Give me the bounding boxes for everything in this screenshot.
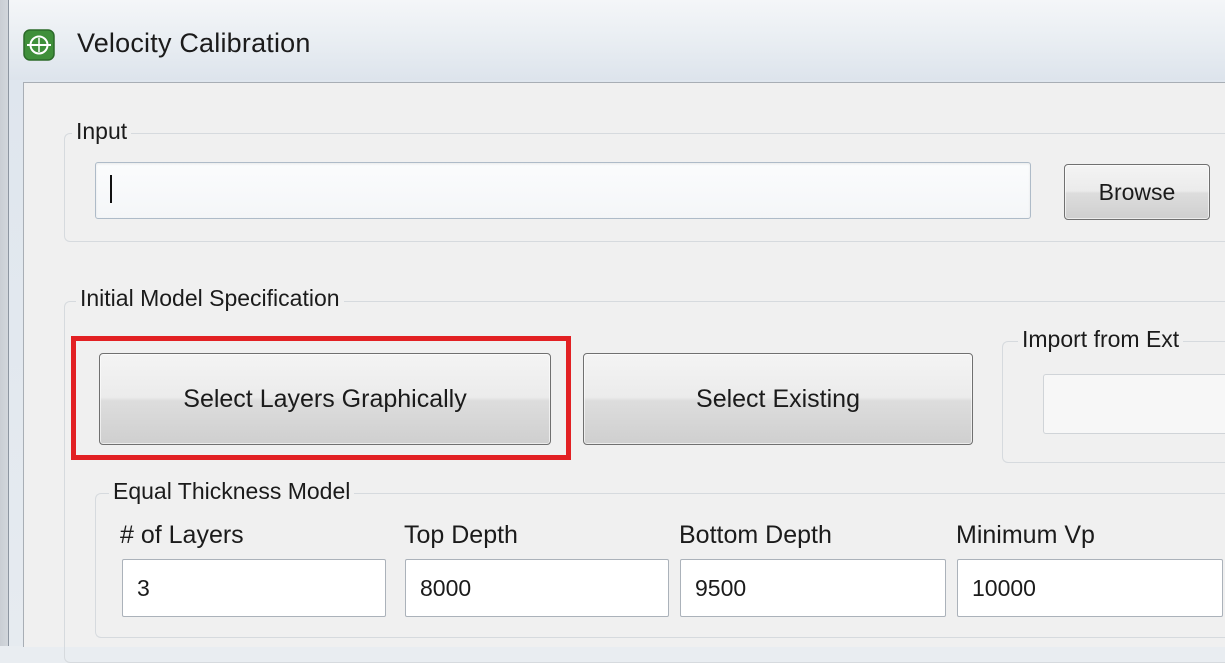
initial-model-specification-label: Initial Model Specification <box>76 285 344 312</box>
select-layers-graphically-button[interactable]: Select Layers Graphically <box>99 353 551 445</box>
input-group-label: Input <box>72 118 132 145</box>
bottom-depth-field[interactable]: 9500 <box>680 559 946 617</box>
minimum-vp-field[interactable]: 10000 <box>957 559 1223 617</box>
equal-thickness-model-label: Equal Thickness Model <box>109 478 355 505</box>
window-title: Velocity Calibration <box>77 28 311 58</box>
bottom-depth-label: Bottom Depth <box>679 521 832 549</box>
top-depth-field[interactable]: 8000 <box>405 559 669 617</box>
input-path-field[interactable] <box>95 162 1031 219</box>
browse-button[interactable]: Browse <box>1064 164 1210 220</box>
velocity-calibration-window: Velocity Calibration Input Browse Initia… <box>8 0 1225 663</box>
import-group-label: Import from Ext <box>1018 326 1184 353</box>
select-existing-button[interactable]: Select Existing <box>583 353 973 445</box>
app-logo-icon <box>23 29 55 61</box>
layers-count-label: # of Layers <box>120 521 244 549</box>
dialog-client-area: Input Browse Initial Model Specification… <box>23 82 1225 663</box>
title-bar[interactable]: Velocity Calibration <box>9 0 1225 80</box>
minimum-vp-label: Minimum Vp <box>956 521 1095 549</box>
text-caret <box>110 175 112 203</box>
top-depth-label: Top Depth <box>404 521 518 549</box>
layers-count-field[interactable]: 3 <box>122 559 386 617</box>
import-field[interactable] <box>1043 374 1225 434</box>
